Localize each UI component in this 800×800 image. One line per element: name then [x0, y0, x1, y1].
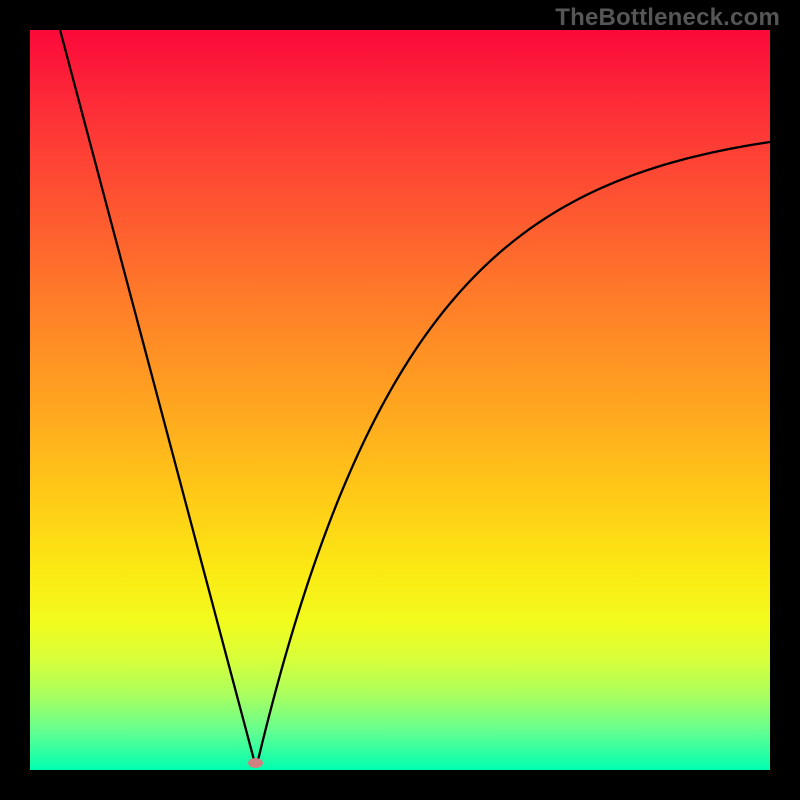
- bottleneck-curve: [30, 30, 770, 770]
- chart-frame: TheBottleneck.com: [0, 0, 800, 800]
- plot-area: [30, 30, 770, 770]
- watermark-text: TheBottleneck.com: [555, 4, 780, 32]
